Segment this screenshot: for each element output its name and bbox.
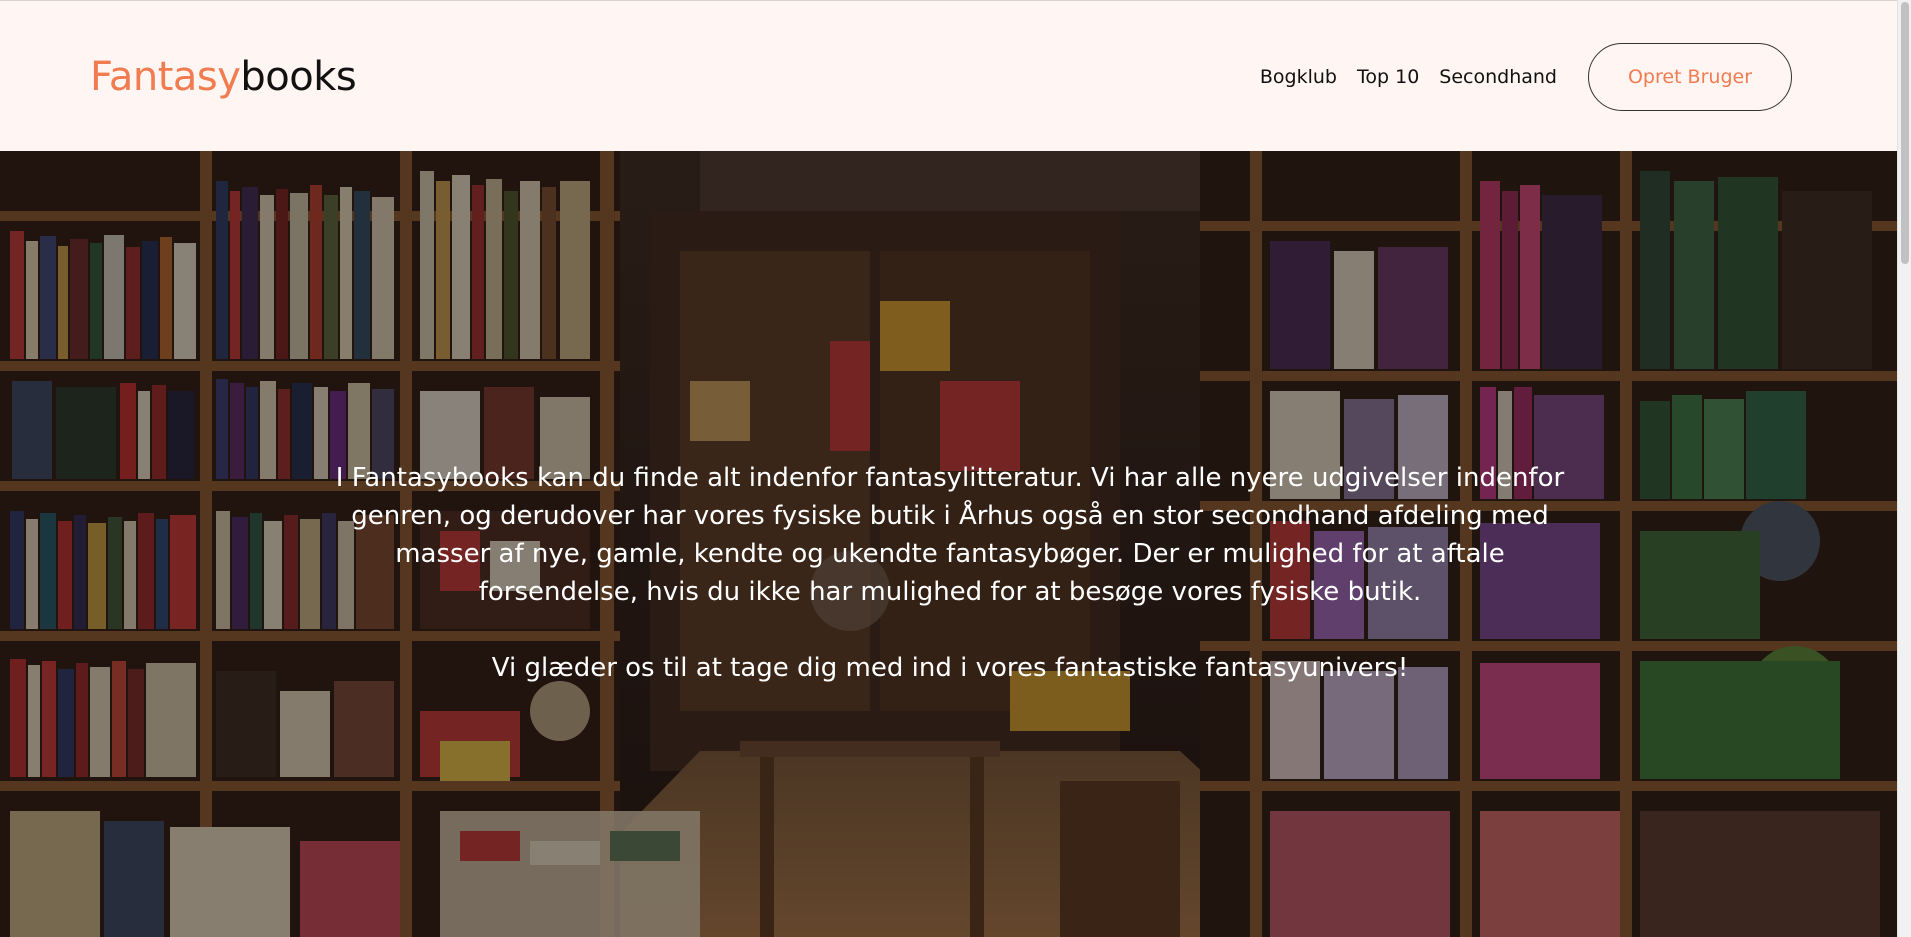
hero-intro-text: I Fantasybooks kan du finde alt indenfor… [320,459,1580,687]
signup-button[interactable]: Opret Bruger [1588,43,1792,111]
nav-link-bogklub[interactable]: Bogklub [1260,65,1337,89]
site-header: Fantasybooks Bogklub Top 10 Secondhand O… [0,0,1897,151]
nav-link-secondhand[interactable]: Secondhand [1439,65,1557,89]
logo[interactable]: Fantasybooks [90,53,357,101]
logo-books: books [240,54,357,100]
vertical-scrollbar[interactable] [1897,0,1911,937]
hero-paragraph-intro: I Fantasybooks kan du finde alt indenfor… [335,463,1565,607]
page: Fantasybooks Bogklub Top 10 Secondhand O… [0,0,1911,937]
hero-paragraph-welcome: Vi glæder os til at tage dig med ind i v… [491,653,1409,683]
scrollbar-thumb[interactable] [1901,2,1909,264]
logo-fantasy: Fantasy [90,54,241,100]
hero-section: I Fantasybooks kan du finde alt indenfor… [0,151,1897,937]
main-nav: Bogklub Top 10 Secondhand [1260,65,1557,89]
nav-link-top10[interactable]: Top 10 [1357,65,1419,89]
